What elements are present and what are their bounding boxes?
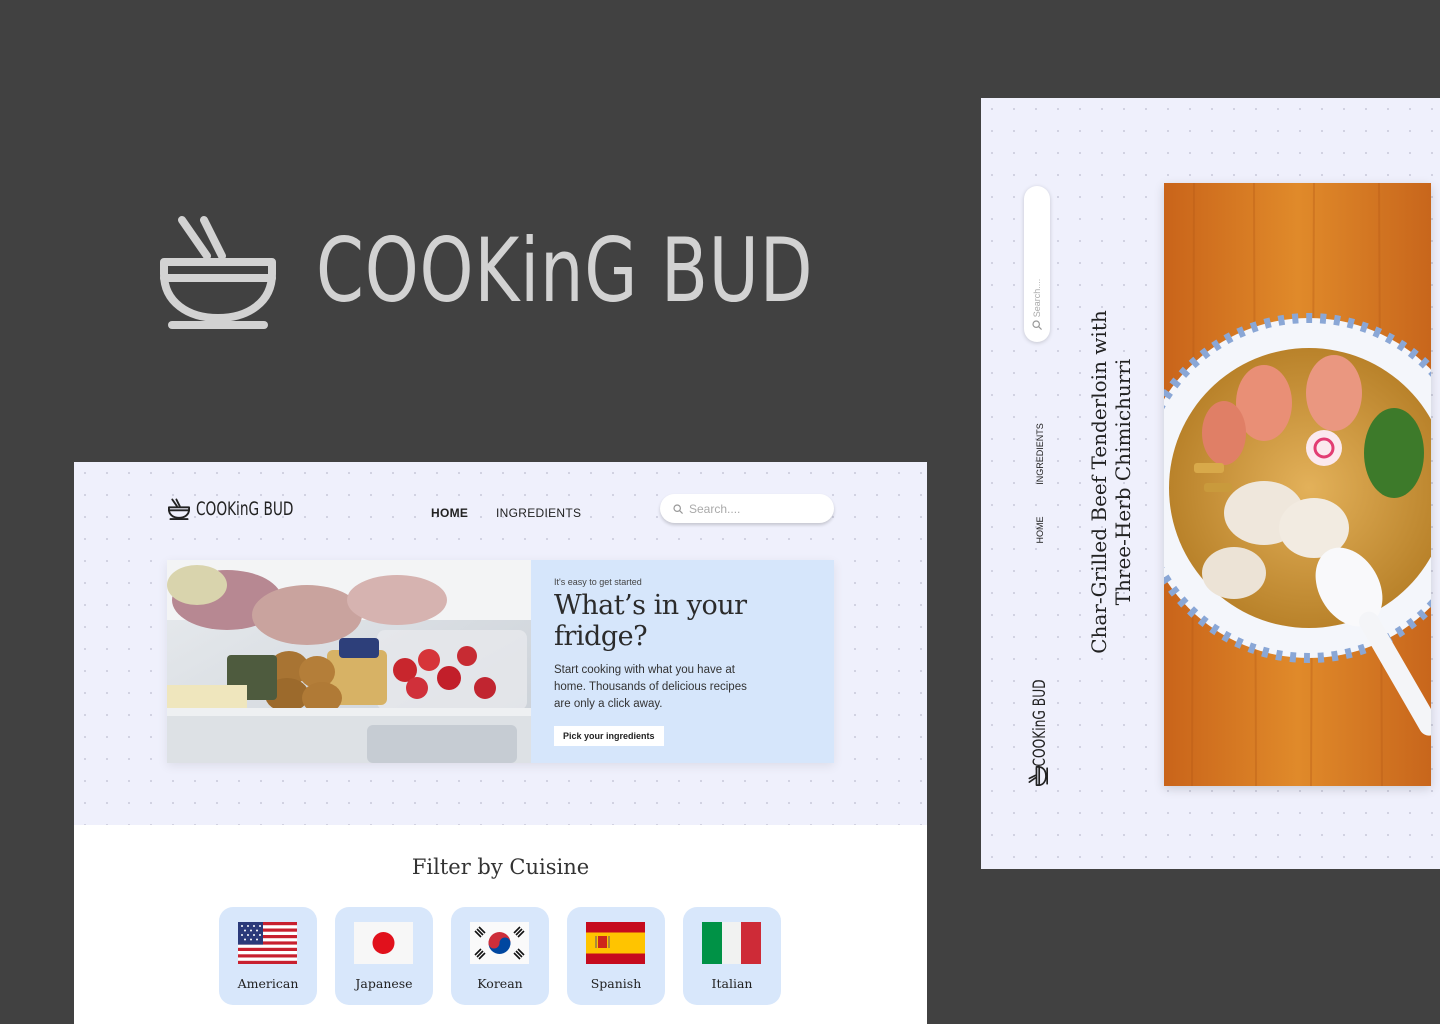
hero-text: It's easy to get started What’s in your …: [554, 577, 814, 746]
fridge-photo: [167, 560, 531, 763]
side-search-bar[interactable]: Search....: [1024, 186, 1050, 342]
search-icon: [1032, 320, 1042, 330]
filter-title: Filter by Cuisine: [411, 855, 590, 879]
search-bar[interactable]: [660, 494, 834, 523]
hero-banner: It's easy to get started What’s in your …: [167, 560, 834, 763]
cuisine-card-italian[interactable]: Italian: [683, 907, 781, 1005]
side-nav-ingredients-link[interactable]: INGREDIENTS: [1035, 423, 1045, 485]
us-flag-icon: [238, 922, 297, 964]
japan-flag-icon: [354, 922, 413, 964]
cuisine-card-korean[interactable]: Korean: [451, 907, 549, 1005]
side-brand-name: COOKinG BUD: [1030, 679, 1050, 767]
nav-ingredients-link[interactable]: INGREDIENTS: [496, 506, 581, 520]
homepage-mockup: COOKinG BUD HOME INGREDIENTS Search.... …: [74, 462, 927, 1024]
cuisine-label: Japanese: [355, 976, 413, 991]
italy-flag-icon: [702, 922, 761, 964]
cuisine-label: Korean: [477, 976, 523, 991]
korea-flag-icon: [470, 922, 529, 964]
cuisine-filter-list: American Japanese Korean Spanish Italian: [219, 907, 781, 1005]
nav-brand-name: COOKinG BUD: [196, 498, 294, 520]
dish-title-line1: Char-Grilled Beef Tenderloin with: [1087, 310, 1111, 654]
hero-description: Start cooking with what you have at home…: [554, 664, 747, 710]
search-icon: [673, 503, 683, 514]
nav-logo[interactable]: COOKinG BUD: [168, 498, 331, 520]
dish-title-line2: Three-Herb Chimichurri: [1111, 358, 1135, 606]
cuisine-label: American: [237, 976, 299, 991]
bowl-icon: [1028, 766, 1048, 786]
spain-flag-icon: [586, 922, 645, 964]
hero-eyebrow: It's easy to get started: [554, 577, 642, 587]
hero-title: What’s in your fridge?: [554, 590, 747, 652]
cuisine-label: Spanish: [590, 976, 642, 991]
nav-home-link[interactable]: HOME: [431, 506, 468, 520]
cuisine-card-japanese[interactable]: Japanese: [335, 907, 433, 1005]
search-input[interactable]: [689, 501, 819, 516]
cuisine-label: Italian: [711, 976, 753, 991]
side-search-placeholder: Search....: [1032, 278, 1042, 318]
cuisine-card-spanish[interactable]: Spanish: [567, 907, 665, 1005]
header-section: COOKinG BUD HOME INGREDIENTS Search.... …: [74, 462, 927, 825]
recipe-page-mockup: Search.... INGREDIENTS HOME COOKinG BUD …: [981, 98, 1440, 869]
hero-brand-name: COOKinG BUD: [316, 219, 814, 322]
bowl-icon: [160, 216, 276, 329]
pick-ingredients-button[interactable]: Pick your ingredients: [554, 726, 664, 746]
ramen-photo: [1164, 183, 1431, 786]
cuisine-card-american[interactable]: American: [219, 907, 317, 1005]
side-nav-home-link[interactable]: HOME: [1035, 517, 1045, 544]
bowl-icon: [168, 498, 190, 520]
dish-title: Char-Grilled Beef Tenderloin with Three-…: [1087, 310, 1135, 654]
hero-logo: COOKinG BUD: [160, 212, 954, 330]
